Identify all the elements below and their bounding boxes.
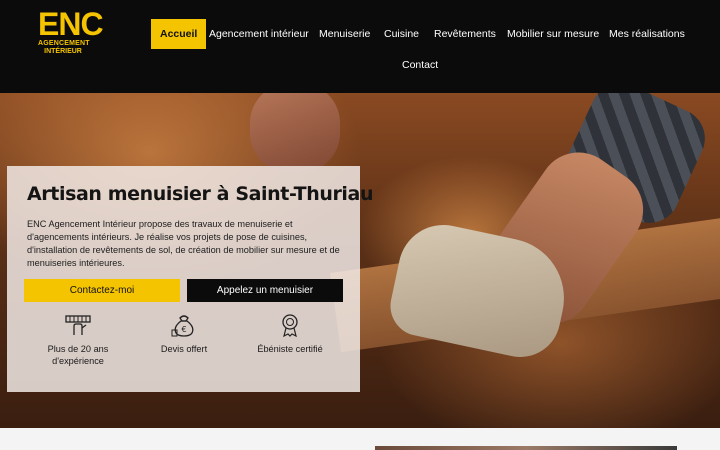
- nav-item-revetements[interactable]: Revêtements: [434, 19, 496, 49]
- site-logo[interactable]: ENC AGENCEMENT INTÉRIEUR: [38, 6, 104, 60]
- nav-item-accueil[interactable]: Accueil: [151, 19, 207, 49]
- call-button[interactable]: Appelez un menuisier: [187, 279, 343, 302]
- carpenter-hands-icon: [65, 315, 91, 335]
- nav-item-mobilier[interactable]: Mobilier sur mesure: [507, 19, 599, 49]
- feature-quote-label: Devis offert: [160, 344, 208, 354]
- nav-item-contact[interactable]: Contact: [402, 50, 438, 80]
- hero-photo-arm: [250, 93, 340, 173]
- feature-certified: Ébéniste certifié: [250, 313, 330, 355]
- hero-description: ENC Agencement Intérieur propose des tra…: [27, 219, 340, 268]
- svg-text:€: €: [181, 325, 186, 334]
- money-bag-icon: €: [171, 315, 194, 337]
- contact-button[interactable]: Contactez-moi: [24, 279, 180, 302]
- nav-item-menuiserie[interactable]: Menuiserie: [319, 19, 370, 49]
- feature-experience: Plus de 20 ans d'expérience: [40, 313, 116, 367]
- hero-title: Artisan menuisier à Saint-Thuriau: [27, 183, 374, 205]
- logo-line-1: AGENCEMENT: [38, 40, 90, 47]
- site-header: ENC AGENCEMENT INTÉRIEUR Accueil Agencem…: [0, 0, 720, 93]
- logo-line-2: INTÉRIEUR: [44, 48, 82, 55]
- nav-item-cuisine[interactable]: Cuisine: [384, 19, 419, 49]
- feature-experience-label: Plus de 20 ans d'expérience: [47, 344, 109, 366]
- nav-item-agencement[interactable]: Agencement intérieur: [209, 19, 309, 49]
- feature-certified-label: Ébéniste certifié: [257, 344, 323, 354]
- logo-mark: ENC: [38, 6, 104, 42]
- next-section-image: [375, 446, 677, 450]
- award-badge-icon: [282, 314, 298, 337]
- feature-quote: € Devis offert: [150, 313, 218, 355]
- nav-item-realisations[interactable]: Mes réalisations: [609, 19, 685, 49]
